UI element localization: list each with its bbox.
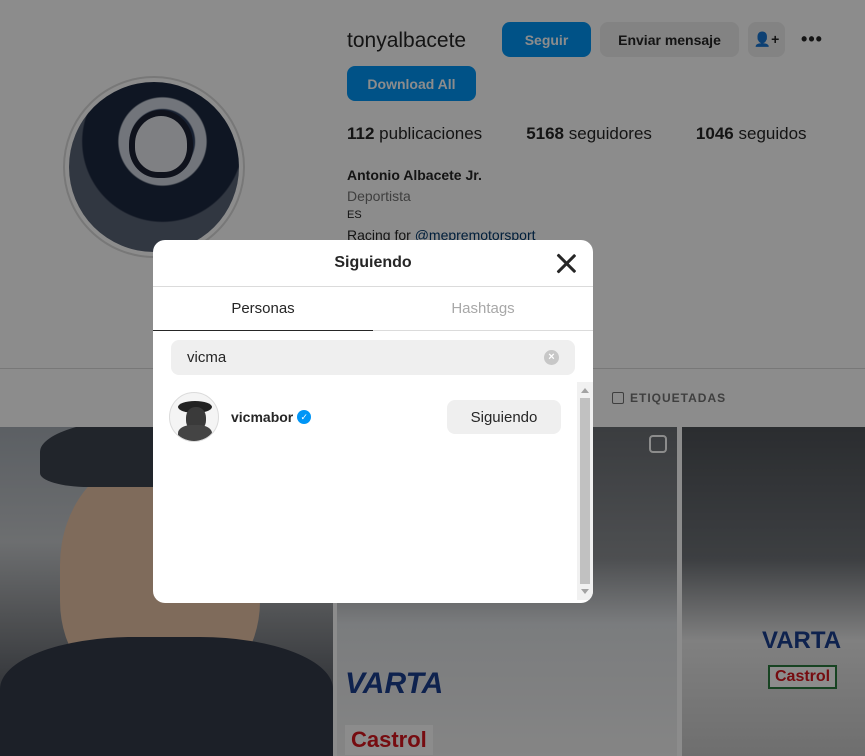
following-dialog: Siguiendo Personas Hashtags × vicmabor ✓… [153, 240, 593, 603]
result-username[interactable]: vicmabor ✓ [231, 409, 312, 425]
dialog-tabs: Personas Hashtags [153, 287, 593, 331]
scrollbar-thumb[interactable] [580, 398, 590, 584]
clear-search-icon[interactable]: × [544, 350, 559, 365]
scroll-up-arrow-icon[interactable] [581, 388, 589, 393]
search-input[interactable] [187, 349, 544, 366]
avatar[interactable] [169, 392, 219, 442]
close-icon[interactable] [555, 252, 577, 274]
following-button[interactable]: Siguiendo [447, 400, 561, 434]
tab-hashtags[interactable]: Hashtags [373, 287, 593, 330]
list-item[interactable]: vicmabor ✓ Siguiendo [153, 382, 577, 452]
active-tab-indicator [153, 330, 373, 331]
list-scrollbar[interactable] [577, 382, 593, 600]
dialog-title: Siguiendo [334, 254, 412, 271]
scroll-down-arrow-icon[interactable] [581, 589, 589, 594]
following-results-list: vicmabor ✓ Siguiendo [153, 382, 577, 600]
dialog-header: Siguiendo [153, 240, 593, 287]
search-box: × [171, 340, 575, 375]
verified-badge-icon: ✓ [297, 410, 312, 424]
tab-people[interactable]: Personas [153, 287, 373, 330]
